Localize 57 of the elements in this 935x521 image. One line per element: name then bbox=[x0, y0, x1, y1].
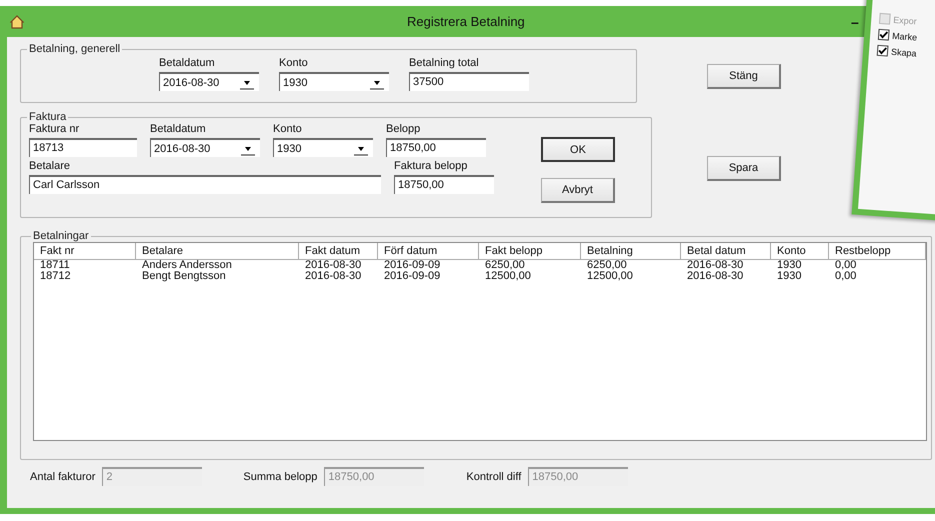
table-cell-text: 0,00 bbox=[834, 271, 858, 282]
input-field[interactable]: 37500 bbox=[409, 72, 529, 91]
cancel-button[interactable]: Avbryt bbox=[541, 178, 615, 203]
field-label: Betalare bbox=[29, 160, 71, 172]
table-cell-text: 1930 bbox=[776, 271, 802, 282]
group-title: Betalningar bbox=[32, 230, 90, 242]
save-button[interactable]: Spara bbox=[707, 156, 781, 181]
input-field: 18750,00 bbox=[324, 467, 424, 486]
table-cell-text: 12500,00 bbox=[586, 271, 634, 282]
window-title: Registrera Betalning bbox=[407, 14, 525, 29]
ok-button[interactable]: OK bbox=[541, 137, 615, 162]
input-field: 2 bbox=[102, 467, 202, 486]
table-cell-text: 2016-08-30 bbox=[686, 271, 744, 282]
checkbox[interactable] bbox=[878, 28, 890, 41]
field-label: Konto bbox=[273, 123, 303, 135]
minimize-button[interactable]: – bbox=[851, 14, 859, 30]
group-title: Betalning, generell bbox=[28, 43, 122, 55]
checkbox-label: Expor bbox=[892, 14, 918, 26]
field-label: Konto bbox=[279, 57, 309, 69]
field-label: Betalning total bbox=[409, 57, 480, 69]
table-cell-text: Anders Andersson bbox=[141, 260, 233, 271]
table-cell-text: 6250,00 bbox=[484, 260, 526, 271]
input-field[interactable]: 18750,00 bbox=[394, 175, 494, 194]
field-label: Kontroll diff bbox=[466, 470, 522, 482]
table-cell-text: Bengt Bengtsson bbox=[141, 271, 227, 282]
table-cell-text: 18712 bbox=[39, 271, 72, 282]
field-label: Summa belopp bbox=[243, 470, 318, 482]
field-label: Faktura belopp bbox=[394, 160, 468, 172]
table-cell-text: 2016-08-30 bbox=[304, 260, 362, 271]
dropdown[interactable]: 1930 bbox=[279, 72, 389, 91]
field-label: Betaldatum bbox=[159, 57, 216, 69]
table-cell-text: 2016-08-30 bbox=[686, 260, 744, 271]
close-button[interactable]: Stäng bbox=[707, 64, 781, 89]
table-cell-text: 2016-08-30 bbox=[304, 271, 362, 282]
field-label: Belopp bbox=[386, 123, 422, 135]
field-label: Faktura nr bbox=[29, 123, 80, 135]
house-icon bbox=[10, 14, 24, 28]
checkbox-label: Marke bbox=[892, 30, 918, 42]
input-field[interactable]: 18750,00 bbox=[386, 138, 486, 157]
dropdown[interactable]: 1930 bbox=[273, 138, 373, 157]
group-title: Faktura bbox=[28, 111, 68, 123]
table-cell-text: 1930 bbox=[776, 260, 802, 271]
checkbox[interactable] bbox=[876, 44, 888, 57]
table-cell-text: 18711 bbox=[39, 260, 71, 271]
table-cell-text: 12500,00 bbox=[484, 271, 532, 282]
field-label: Betaldatum bbox=[150, 123, 207, 135]
checkbox-label: Skapa bbox=[890, 46, 917, 58]
table-cell-text: 0,00 bbox=[834, 260, 858, 271]
table-cell-text: 2016-09-09 bbox=[383, 260, 442, 271]
table-cell-text: 2016-09-09 bbox=[383, 271, 442, 282]
input-field[interactable]: 18713 bbox=[29, 138, 137, 157]
table-cell-text: 6250,00 bbox=[586, 260, 628, 271]
dropdown[interactable]: 2016-08-30 bbox=[150, 138, 260, 157]
input-field: 18750,00 bbox=[528, 467, 628, 486]
input-field[interactable]: Carl Carlsson bbox=[29, 175, 381, 194]
dropdown[interactable]: 2016-08-30 bbox=[159, 72, 259, 91]
field-label: Antal fakturor bbox=[30, 470, 96, 482]
